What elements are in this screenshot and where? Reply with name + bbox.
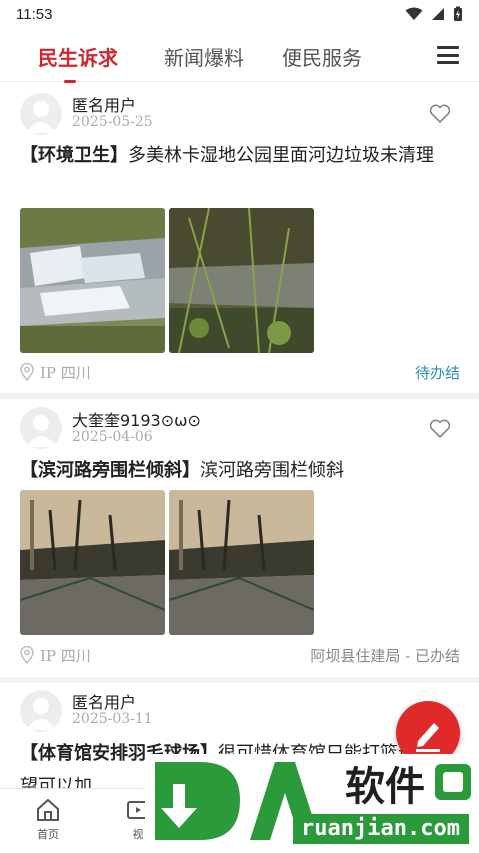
status-badge: 待办结 (414, 363, 460, 382)
post-photo[interactable] (169, 490, 314, 635)
heart-icon[interactable] (429, 419, 451, 439)
post-photo[interactable] (169, 208, 314, 353)
tab-service[interactable]: 便民服务 (282, 42, 362, 71)
post-date: 2025-05-25 (72, 114, 153, 130)
avatar (20, 93, 62, 135)
status-icons (405, 6, 463, 22)
status-badge: 阿坝县住建局 - 已办结 (310, 646, 460, 665)
post-tag: 【环境卫生】 (20, 145, 128, 166)
post-date: 2025-04-06 (72, 429, 153, 445)
status-time: 11:53 (16, 5, 53, 23)
post-text: 滨河路旁围栏倾斜 (200, 460, 344, 481)
ip-text: IP 四川 (40, 646, 91, 665)
menu-icon[interactable] (437, 46, 459, 64)
post-card[interactable]: 大奎奎9193⊙ω⊙ 2025-04-06 【滨河路旁围栏倾斜】滨河路旁围栏倾斜… (0, 399, 479, 677)
post-photo[interactable] (20, 208, 165, 353)
post-title[interactable]: 【滨河路旁围栏倾斜】滨河路旁围栏倾斜 (20, 454, 460, 487)
avatar (20, 407, 62, 449)
post-title[interactable]: 【环境卫生】多美林卡湿地公园里面河边垃圾未清理 (20, 139, 460, 172)
post-tag: 【滨河路旁围栏倾斜】 (20, 460, 200, 481)
tab-minsheng[interactable]: 民生诉求 (38, 42, 118, 71)
nav-item-home[interactable]: 首页 (18, 797, 78, 842)
post-card[interactable]: 匿名用户 2025-05-25 【环境卫生】多美林卡湿地公园里面河边垃圾未清理 (0, 83, 479, 393)
location-pin-icon (20, 646, 34, 664)
location-pin-icon (20, 363, 34, 381)
nav-label: 首页 (37, 828, 59, 841)
watermark-url: ruanjian.com (301, 816, 460, 841)
post-date: 2025-03-11 (72, 711, 153, 727)
post-photo[interactable] (20, 490, 165, 635)
signal-icon (432, 8, 444, 20)
post-footer: IP 四川 阿坝县住建局 - 已办结 (20, 643, 460, 667)
wifi-icon (405, 7, 423, 20)
post-username: 大奎奎9193⊙ω⊙ (72, 411, 201, 430)
ip-text: IP 四川 (40, 363, 91, 382)
top-tab-bar: 民生诉求 新闻爆料 便民服务 (0, 28, 479, 83)
status-bar: 11:53 (0, 0, 479, 28)
post-footer: IP 四川 待办结 (20, 360, 460, 384)
battery-icon (454, 6, 462, 21)
ip-location: IP 四川 (20, 645, 91, 666)
ip-location: IP 四川 (20, 362, 91, 383)
post-username: 匿名用户 (72, 693, 137, 712)
heart-icon[interactable] (429, 104, 451, 124)
watermark-brand: 软件 (345, 764, 425, 810)
watermark-logo: 软件 ruanjian.com (145, 748, 479, 848)
tab-news[interactable]: 新闻爆料 (164, 42, 244, 71)
post-username: 匿名用户 (72, 96, 137, 115)
post-text: 多美林卡湿地公园里面河边垃圾未清理 (128, 145, 434, 166)
home-icon (37, 799, 59, 821)
avatar (20, 690, 62, 732)
